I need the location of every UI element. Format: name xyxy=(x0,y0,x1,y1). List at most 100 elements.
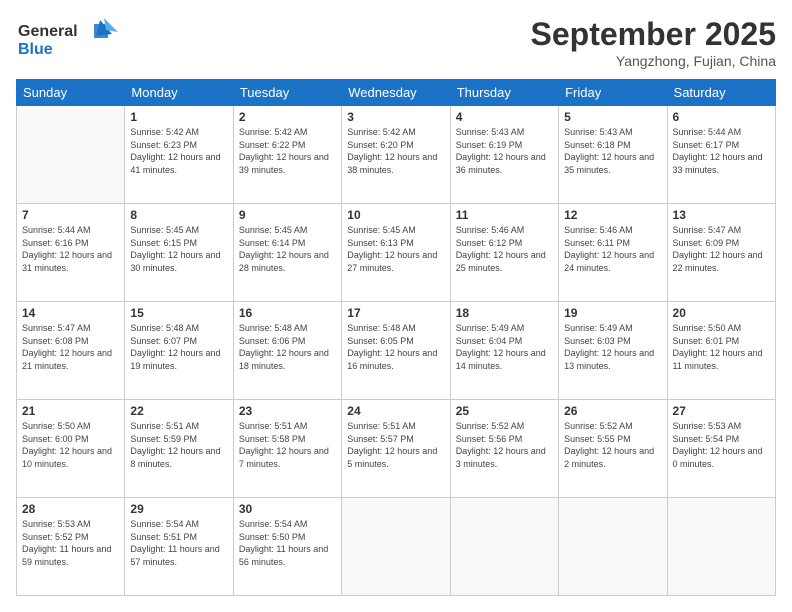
day-number: 17 xyxy=(347,306,444,320)
day-number: 13 xyxy=(673,208,770,222)
day-detail: Sunrise: 5:53 AM Sunset: 5:54 PM Dayligh… xyxy=(673,420,770,470)
col-wednesday: Wednesday xyxy=(342,80,450,106)
day-detail: Sunrise: 5:45 AM Sunset: 6:14 PM Dayligh… xyxy=(239,224,336,274)
day-number: 1 xyxy=(130,110,227,124)
day-detail: Sunrise: 5:44 AM Sunset: 6:16 PM Dayligh… xyxy=(22,224,119,274)
day-detail: Sunrise: 5:43 AM Sunset: 6:19 PM Dayligh… xyxy=(456,126,553,176)
logo: General Blue xyxy=(16,16,126,65)
calendar-cell: 17Sunrise: 5:48 AM Sunset: 6:05 PM Dayli… xyxy=(342,302,450,400)
day-number: 16 xyxy=(239,306,336,320)
day-number: 6 xyxy=(673,110,770,124)
day-number: 23 xyxy=(239,404,336,418)
day-detail: Sunrise: 5:42 AM Sunset: 6:23 PM Dayligh… xyxy=(130,126,227,176)
day-detail: Sunrise: 5:46 AM Sunset: 6:11 PM Dayligh… xyxy=(564,224,661,274)
day-number: 21 xyxy=(22,404,119,418)
day-number: 11 xyxy=(456,208,553,222)
calendar-cell: 11 Sunrise: 5:46 AM Sunset: 6:12 PM Dayli… xyxy=(450,204,558,302)
day-number: 2 xyxy=(239,110,336,124)
calendar-week-row: 14Sunrise: 5:47 AM Sunset: 6:08 PM Dayli… xyxy=(17,302,776,400)
day-detail: Sunrise: 5:47 AM Sunset: 6:09 PM Dayligh… xyxy=(673,224,770,274)
day-number: 15 xyxy=(130,306,227,320)
day-detail: Sunrise: 5:42 AM Sunset: 6:22 PM Dayligh… xyxy=(239,126,336,176)
calendar-week-row: 21Sunrise: 5:50 AM Sunset: 6:00 PM Dayli… xyxy=(17,400,776,498)
day-detail: Sunrise: 5:51 AM Sunset: 5:57 PM Dayligh… xyxy=(347,420,444,470)
day-number: 29 xyxy=(130,502,227,516)
day-number: 27 xyxy=(673,404,770,418)
calendar-cell: 7 Sunrise: 5:44 AM Sunset: 6:16 PM Daylig… xyxy=(17,204,125,302)
day-number: 4 xyxy=(456,110,553,124)
day-number: 9 xyxy=(239,208,336,222)
day-detail: Sunrise: 5:45 AM Sunset: 6:13 PM Dayligh… xyxy=(347,224,444,274)
day-detail: Sunrise: 5:42 AM Sunset: 6:20 PM Dayligh… xyxy=(347,126,444,176)
col-saturday: Saturday xyxy=(667,80,775,106)
day-number: 26 xyxy=(564,404,661,418)
calendar-cell xyxy=(17,106,125,204)
col-thursday: Thursday xyxy=(450,80,558,106)
page: General Blue September 2025 Yangzhong, F… xyxy=(0,0,792,612)
day-detail: Sunrise: 5:45 AM Sunset: 6:15 PM Dayligh… xyxy=(130,224,227,274)
day-detail: Sunrise: 5:54 AM Sunset: 5:51 PM Dayligh… xyxy=(130,518,227,568)
calendar-cell: 9 Sunrise: 5:45 AM Sunset: 6:14 PM Daylig… xyxy=(233,204,341,302)
calendar-cell: 29 Sunrise: 5:54 AM Sunset: 5:51 PM Dayli… xyxy=(125,498,233,596)
col-friday: Friday xyxy=(559,80,667,106)
day-number: 22 xyxy=(130,404,227,418)
day-detail: Sunrise: 5:51 AM Sunset: 5:59 PM Dayligh… xyxy=(130,420,227,470)
calendar-cell xyxy=(667,498,775,596)
day-detail: Sunrise: 5:51 AM Sunset: 5:58 PM Dayligh… xyxy=(239,420,336,470)
location: Yangzhong, Fujian, China xyxy=(531,53,776,69)
calendar-week-row: 1 Sunrise: 5:42 AM Sunset: 6:23 PM Daylig… xyxy=(17,106,776,204)
calendar-week-row: 7 Sunrise: 5:44 AM Sunset: 6:16 PM Daylig… xyxy=(17,204,776,302)
calendar-cell: 24 Sunrise: 5:51 AM Sunset: 5:57 PM Dayli… xyxy=(342,400,450,498)
day-detail: Sunrise: 5:49 AM Sunset: 6:04 PM Dayligh… xyxy=(456,322,553,372)
day-detail: Sunrise: 5:43 AM Sunset: 6:18 PM Dayligh… xyxy=(564,126,661,176)
day-number: 5 xyxy=(564,110,661,124)
calendar-cell: 18Sunrise: 5:49 AM Sunset: 6:04 PM Dayli… xyxy=(450,302,558,400)
svg-text:Blue: Blue xyxy=(18,41,53,58)
col-monday: Monday xyxy=(125,80,233,106)
calendar-cell: 2 Sunrise: 5:42 AM Sunset: 6:22 PM Daylig… xyxy=(233,106,341,204)
calendar-cell: 21Sunrise: 5:50 AM Sunset: 6:00 PM Dayli… xyxy=(17,400,125,498)
day-number: 19 xyxy=(564,306,661,320)
calendar-cell: 30Sunrise: 5:54 AM Sunset: 5:50 PM Dayli… xyxy=(233,498,341,596)
calendar-header-row: Sunday Monday Tuesday Wednesday Thursday… xyxy=(17,80,776,106)
calendar-cell: 15 Sunrise: 5:48 AM Sunset: 6:07 PM Dayli… xyxy=(125,302,233,400)
calendar-cell xyxy=(342,498,450,596)
calendar-cell: 8 Sunrise: 5:45 AM Sunset: 6:15 PM Daylig… xyxy=(125,204,233,302)
day-detail: Sunrise: 5:49 AM Sunset: 6:03 PM Dayligh… xyxy=(564,322,661,372)
calendar-week-row: 28Sunrise: 5:53 AM Sunset: 5:52 PM Dayli… xyxy=(17,498,776,596)
calendar-cell: 26 Sunrise: 5:52 AM Sunset: 5:55 PM Dayli… xyxy=(559,400,667,498)
day-number: 14 xyxy=(22,306,119,320)
calendar-cell: 22 Sunrise: 5:51 AM Sunset: 5:59 PM Dayli… xyxy=(125,400,233,498)
logo-text: General Blue xyxy=(16,16,126,65)
day-detail: Sunrise: 5:54 AM Sunset: 5:50 PM Dayligh… xyxy=(239,518,336,568)
day-detail: Sunrise: 5:48 AM Sunset: 6:06 PM Dayligh… xyxy=(239,322,336,372)
day-number: 7 xyxy=(22,208,119,222)
calendar-cell: 4 Sunrise: 5:43 AM Sunset: 6:19 PM Daylig… xyxy=(450,106,558,204)
calendar-cell xyxy=(559,498,667,596)
day-detail: Sunrise: 5:44 AM Sunset: 6:17 PM Dayligh… xyxy=(673,126,770,176)
day-detail: Sunrise: 5:52 AM Sunset: 5:55 PM Dayligh… xyxy=(564,420,661,470)
day-detail: Sunrise: 5:52 AM Sunset: 5:56 PM Dayligh… xyxy=(456,420,553,470)
day-number: 10 xyxy=(347,208,444,222)
title-block: September 2025 Yangzhong, Fujian, China xyxy=(531,16,776,69)
calendar-cell: 12 Sunrise: 5:46 AM Sunset: 6:11 PM Dayli… xyxy=(559,204,667,302)
calendar-cell xyxy=(450,498,558,596)
calendar-cell: 16 Sunrise: 5:48 AM Sunset: 6:06 PM Dayli… xyxy=(233,302,341,400)
day-number: 8 xyxy=(130,208,227,222)
day-number: 28 xyxy=(22,502,119,516)
day-detail: Sunrise: 5:46 AM Sunset: 6:12 PM Dayligh… xyxy=(456,224,553,274)
calendar-cell: 28Sunrise: 5:53 AM Sunset: 5:52 PM Dayli… xyxy=(17,498,125,596)
col-tuesday: Tuesday xyxy=(233,80,341,106)
day-detail: Sunrise: 5:48 AM Sunset: 6:07 PM Dayligh… xyxy=(130,322,227,372)
day-number: 3 xyxy=(347,110,444,124)
calendar-cell: 23 Sunrise: 5:51 AM Sunset: 5:58 PM Dayli… xyxy=(233,400,341,498)
svg-text:General: General xyxy=(18,23,78,40)
calendar-cell: 5 Sunrise: 5:43 AM Sunset: 6:18 PM Daylig… xyxy=(559,106,667,204)
calendar-cell: 27 Sunrise: 5:53 AM Sunset: 5:54 PM Dayli… xyxy=(667,400,775,498)
header: General Blue September 2025 Yangzhong, F… xyxy=(16,16,776,69)
calendar-cell: 20Sunrise: 5:50 AM Sunset: 6:01 PM Dayli… xyxy=(667,302,775,400)
calendar-cell: 19 Sunrise: 5:49 AM Sunset: 6:03 PM Dayli… xyxy=(559,302,667,400)
day-detail: Sunrise: 5:50 AM Sunset: 6:01 PM Dayligh… xyxy=(673,322,770,372)
day-number: 12 xyxy=(564,208,661,222)
day-number: 24 xyxy=(347,404,444,418)
